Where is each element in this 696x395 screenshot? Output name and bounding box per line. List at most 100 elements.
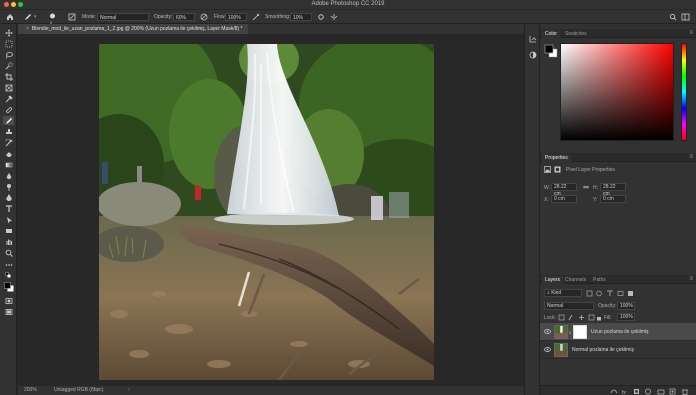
layer-filter-kind[interactable]: ⌕ Kind — [544, 289, 582, 297]
width-field[interactable]: 28.22 cm — [551, 183, 577, 197]
brush-tool-icon[interactable] — [24, 13, 32, 21]
tool-preset-chevron-icon[interactable]: ▾ — [34, 13, 37, 21]
default-colors-icon[interactable] — [3, 271, 14, 280]
mask-link-icon[interactable]: 8 — [569, 330, 571, 335]
foreground-background-colors[interactable] — [3, 281, 14, 293]
color-swatch-fg-bg[interactable] — [544, 44, 558, 58]
adjustments-panel-icon[interactable] — [529, 51, 537, 59]
layers-panel-tabs: Layers Channels Paths ≡ — [540, 275, 696, 284]
link-icon[interactable] — [583, 184, 589, 190]
quick-mask-icon[interactable] — [3, 296, 14, 305]
height-field[interactable]: 28.22 cm — [600, 183, 626, 197]
layer-name[interactable]: Uzun pozlama ile çekilmiş — [591, 329, 649, 335]
opacity-label: Opacity: — [154, 14, 173, 20]
tab-color[interactable]: Color — [542, 30, 560, 38]
dodge-tool-icon[interactable] — [3, 182, 14, 191]
fill-label: Fill: — [604, 315, 612, 321]
zoom-level[interactable]: 200% — [24, 387, 37, 393]
zoom-tool-icon[interactable] — [3, 248, 14, 257]
properties-panel-header: Properties ≡ — [540, 153, 696, 162]
status-bar: 200% Untagged RGB (8bpc) › — [18, 386, 524, 395]
x-field[interactable]: 0 cm — [551, 195, 577, 203]
right-panels: Color Swatches ≡ Properties ≡ Pixel Laye… — [540, 24, 696, 395]
pen-tool-icon[interactable] — [3, 193, 14, 202]
close-document-icon[interactable]: × — [26, 26, 29, 32]
title-bar: Adobe Photoshop CC 2019 — [0, 0, 696, 9]
layer-mask-thumbnail[interactable] — [573, 325, 587, 339]
home-icon[interactable] — [6, 13, 14, 21]
y-label: Y: — [593, 197, 598, 203]
pixel-layer-icon — [544, 166, 551, 173]
filter-kind-label: Kind — [551, 290, 562, 296]
visibility-eye-icon[interactable] — [544, 329, 551, 334]
history-panel-icon[interactable] — [529, 35, 537, 43]
layer-thumbnail — [554, 325, 568, 339]
airbrush-icon[interactable] — [252, 13, 260, 21]
brush-settings-icon[interactable] — [68, 13, 76, 21]
width-label: W: — [544, 185, 551, 191]
marquee-tool-icon[interactable] — [3, 39, 14, 48]
tab-swatches[interactable]: Swatches — [562, 30, 590, 38]
layer-name[interactable]: Normal pozlama ile çekilmiş — [572, 347, 634, 353]
smoothing-gear-icon[interactable] — [317, 13, 325, 21]
symmetry-icon[interactable] — [330, 13, 338, 21]
history-brush-tool-icon[interactable] — [3, 138, 14, 147]
document-tab-title: Blendie_mod_ile_uzan_pozlama_1_2.jpg @ 2… — [31, 26, 243, 32]
properties-menu-icon[interactable]: ≡ — [689, 154, 693, 160]
opacity-input[interactable]: 60% — [173, 13, 195, 21]
more-tools-icon[interactable] — [3, 260, 14, 269]
gradient-tool-icon[interactable] — [3, 160, 14, 169]
color-picker-field[interactable] — [560, 43, 674, 141]
tab-paths[interactable]: Paths — [590, 276, 609, 284]
rectangle-tool-icon[interactable] — [3, 226, 14, 235]
document-info[interactable]: Untagged RGB (8bpc) — [54, 387, 103, 393]
collapsed-panels-strip — [524, 24, 540, 395]
lock-label: Lock: — [544, 315, 556, 321]
mask-icon[interactable] — [554, 166, 561, 173]
hue-slider[interactable] — [681, 43, 687, 141]
layer-filter-icons[interactable] — [586, 290, 636, 297]
smoothing-label: Smoothing: — [265, 14, 291, 20]
properties-panel-title[interactable]: Properties — [542, 154, 571, 162]
tab-layers[interactable]: Layers — [542, 276, 564, 284]
smoothing-input[interactable]: 10% — [290, 13, 312, 21]
lock-icons[interactable] — [558, 314, 602, 321]
type-tool-icon[interactable] — [3, 204, 14, 213]
frame-tool-icon[interactable] — [3, 83, 14, 92]
y-field[interactable]: 0 cm — [600, 195, 626, 203]
layer-actions-icons[interactable]: fx — [610, 388, 694, 395]
flow-input[interactable]: 100% — [225, 13, 247, 21]
lasso-tool-icon[interactable] — [3, 50, 14, 59]
brush-tool-active-icon[interactable] — [3, 116, 14, 125]
healing-brush-tool-icon[interactable] — [3, 105, 14, 114]
color-panel-menu-icon[interactable]: ≡ — [689, 30, 693, 36]
tab-channels[interactable]: Channels — [562, 276, 589, 284]
layer-opacity-input[interactable]: 100% — [617, 302, 635, 310]
mode-select[interactable]: Normal — [97, 13, 149, 21]
document-tab[interactable]: × Blendie_mod_ile_uzan_pozlama_1_2.jpg @ … — [18, 24, 249, 34]
layer-row-normal-pozlama[interactable]: Normal pozlama ile çekilmiş — [540, 341, 696, 359]
hand-tool-icon[interactable] — [3, 237, 14, 246]
fill-input[interactable]: 100% — [617, 313, 635, 321]
quick-selection-tool-icon[interactable] — [3, 61, 14, 70]
layers-bottom-bar: fx — [540, 385, 696, 395]
screen-mode-icon[interactable] — [3, 307, 14, 316]
eyedropper-tool-icon[interactable] — [3, 94, 14, 103]
path-selection-tool-icon[interactable] — [3, 215, 14, 224]
options-bar: ▾ 6 Mode: Normal Opacity: 60% Flow: 100%… — [0, 9, 696, 25]
search-icon[interactable] — [669, 13, 677, 21]
document-info-arrow-icon[interactable]: › — [128, 387, 130, 393]
pressure-opacity-icon[interactable] — [200, 13, 208, 21]
crop-tool-icon[interactable] — [3, 72, 14, 81]
move-tool-icon[interactable] — [3, 28, 14, 37]
svg-text:fx: fx — [622, 390, 626, 395]
document-canvas-image[interactable] — [99, 44, 434, 380]
blur-tool-icon[interactable] — [3, 171, 14, 180]
layers-panel-menu-icon[interactable]: ≡ — [689, 276, 693, 282]
blend-mode-select[interactable]: Normal — [544, 302, 594, 310]
layer-row-uzun-pozlama[interactable]: 8 Uzun pozlama ile çekilmiş — [540, 323, 696, 341]
visibility-eye-icon[interactable] — [544, 347, 551, 352]
eraser-tool-icon[interactable] — [3, 149, 14, 158]
workspace-icon[interactable] — [681, 13, 691, 21]
clone-stamp-tool-icon[interactable] — [3, 127, 14, 136]
